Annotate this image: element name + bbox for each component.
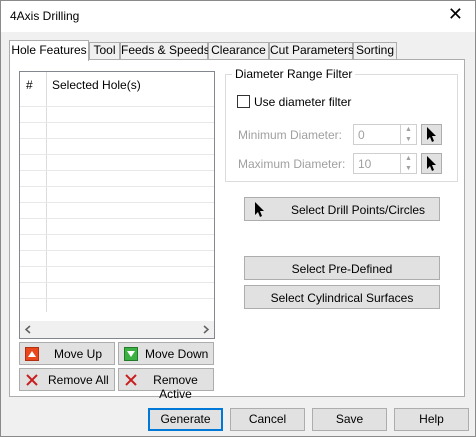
- list-gridline: [20, 218, 214, 219]
- use-diameter-filter-label[interactable]: Use diameter filter: [254, 95, 351, 109]
- window-title: 4Axis Drilling: [10, 9, 80, 23]
- arrow-up-icon: [25, 347, 39, 361]
- select-drill-points-label: Select Drill Points/Circles: [291, 203, 426, 217]
- scroll-right-icon[interactable]: [197, 321, 214, 338]
- remove-all-label: Remove All: [48, 373, 109, 387]
- select-drill-points-button[interactable]: Select Drill Points/Circles: [244, 197, 440, 221]
- remove-all-button[interactable]: Remove All: [19, 368, 115, 391]
- list-gridline: [20, 186, 214, 187]
- selected-holes-list[interactable]: # Selected Hole(s): [19, 71, 215, 339]
- move-down-button[interactable]: Move Down: [118, 342, 214, 365]
- save-button[interactable]: Save: [312, 408, 387, 431]
- select-cylindrical-label: Select Cylindrical Surfaces: [270, 291, 414, 305]
- list-gridline: [20, 266, 214, 267]
- maximum-diameter-label: Maximum Diameter:: [238, 157, 346, 171]
- column-header-number[interactable]: #: [26, 78, 33, 92]
- title-bar: 4Axis Drilling ✕: [1, 1, 475, 32]
- dialog-window: 4Axis Drilling ✕ Hole Features Tool Feed…: [0, 0, 476, 437]
- column-divider: [46, 72, 47, 312]
- remove-active-label: Remove Active: [153, 373, 198, 401]
- column-header-selected-holes[interactable]: Selected Hole(s): [52, 78, 141, 92]
- list-gridline: [20, 106, 214, 107]
- list-gridline: [20, 154, 214, 155]
- cursor-arrow-icon: [427, 127, 436, 142]
- horizontal-scrollbar[interactable]: [20, 321, 214, 338]
- select-cylindrical-surfaces-button[interactable]: Select Cylindrical Surfaces: [244, 285, 440, 309]
- maximum-diameter-stepper[interactable]: ▲ ▼: [401, 153, 417, 174]
- list-gridline: [20, 234, 214, 235]
- select-predefined-label: Select Pre-Defined: [291, 262, 393, 276]
- cursor-arrow-icon: [427, 156, 436, 171]
- list-gridline: [20, 138, 214, 139]
- pick-minimum-diameter-button[interactable]: [421, 124, 442, 145]
- tab-hole-features[interactable]: Hole Features: [9, 40, 89, 61]
- minimum-diameter-input[interactable]: 0: [353, 124, 401, 145]
- spin-up-icon[interactable]: ▲: [401, 125, 416, 135]
- scroll-left-icon[interactable]: [20, 321, 37, 338]
- move-up-label: Move Up: [54, 347, 103, 361]
- remove-x-icon: [124, 373, 138, 387]
- cancel-button[interactable]: Cancel: [230, 408, 305, 431]
- tab-clearance[interactable]: Clearance: [208, 42, 269, 59]
- list-gridline: [20, 202, 214, 203]
- hole-features-panel: # Selected Hole(s) Move Up Move Down Rem…: [9, 59, 465, 401]
- arrow-down-icon: [124, 347, 138, 361]
- spin-down-icon[interactable]: ▼: [401, 164, 416, 174]
- generate-button[interactable]: Generate: [148, 408, 223, 431]
- remove-active-button[interactable]: Remove Active: [118, 368, 214, 401]
- list-gridline: [20, 282, 214, 283]
- spin-up-icon[interactable]: ▲: [401, 154, 416, 164]
- maximum-diameter-input[interactable]: 10: [353, 153, 401, 174]
- group-label: Diameter Range Filter: [232, 67, 356, 81]
- select-predefined-button[interactable]: Select Pre-Defined: [244, 256, 440, 280]
- spin-down-icon[interactable]: ▼: [401, 135, 416, 145]
- tab-feeds-speeds[interactable]: Feeds & Speeds: [120, 42, 210, 59]
- help-button[interactable]: Help: [394, 408, 469, 431]
- pick-maximum-diameter-button[interactable]: [421, 153, 442, 174]
- list-gridline: [20, 170, 214, 171]
- tab-sorting[interactable]: Sorting: [353, 42, 397, 59]
- minimum-diameter-stepper[interactable]: ▲ ▼: [401, 124, 417, 145]
- list-header: # Selected Hole(s): [20, 72, 214, 92]
- minimum-diameter-label: Minimum Diameter:: [238, 128, 343, 142]
- close-icon[interactable]: ✕: [448, 5, 463, 25]
- cursor-arrow-icon: [255, 202, 264, 217]
- move-down-label: Move Down: [145, 347, 209, 361]
- use-diameter-filter-checkbox[interactable]: [237, 95, 250, 108]
- list-gridline: [20, 122, 214, 123]
- diameter-range-filter-group: Diameter Range Filter Use diameter filte…: [225, 67, 458, 182]
- list-gridline: [20, 250, 214, 251]
- move-up-button[interactable]: Move Up: [19, 342, 115, 365]
- list-gridline: [20, 298, 214, 299]
- remove-x-icon: [25, 373, 39, 387]
- tab-cut-parameters[interactable]: Cut Parameters: [269, 42, 354, 59]
- tab-tool[interactable]: Tool: [89, 42, 120, 59]
